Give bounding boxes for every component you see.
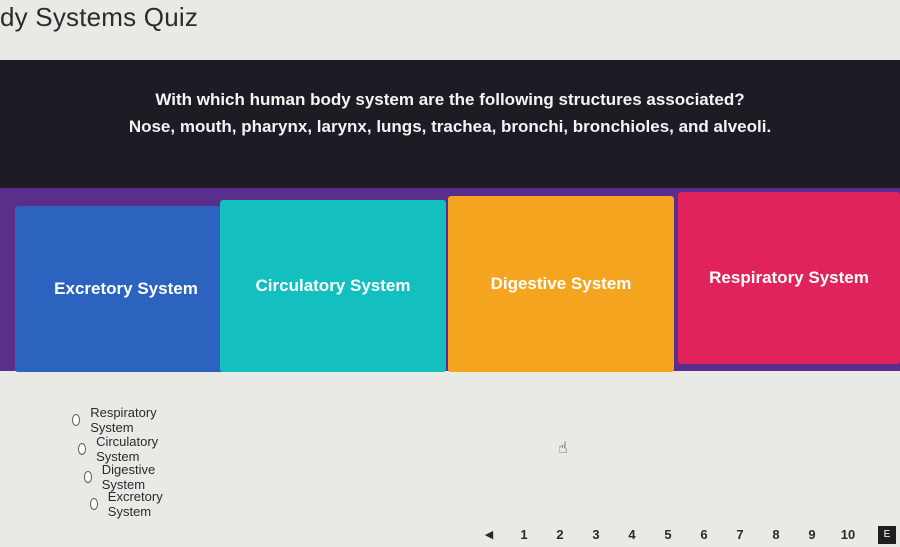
choice-label: Excretory System (107, 489, 163, 519)
page-5-button[interactable]: 5 (650, 527, 686, 542)
answer-tile-digestive[interactable]: Digestive System (448, 196, 674, 372)
prev-page-icon[interactable]: ◀ (472, 528, 506, 541)
page-4-button[interactable]: 4 (614, 527, 650, 542)
radio-button[interactable] (84, 471, 92, 483)
answer-tile-respiratory[interactable]: Respiratory System (678, 192, 900, 364)
question-text: With which human body system are the fol… (155, 90, 745, 109)
choice-excretory[interactable]: Excretory System (90, 489, 167, 519)
page-2-button[interactable]: 2 (542, 527, 578, 542)
answer-tile-circulatory[interactable]: Circulatory System (220, 200, 446, 372)
answer-tiles: Excretory System Circulatory System Dige… (0, 188, 900, 372)
question-structures-text: Nose, mouth, pharynx, larynx, lungs, tra… (128, 117, 772, 136)
page-7-button[interactable]: 7 (722, 527, 758, 542)
choice-label: Digestive System (101, 462, 156, 492)
question-pager: ◀ 1 2 3 4 5 6 7 8 9 10 E (472, 522, 900, 547)
page-10-button[interactable]: 10 (830, 527, 866, 542)
page-8-button[interactable]: 8 (758, 527, 794, 542)
page-title: dy Systems Quiz (0, 2, 199, 32)
choice-respiratory[interactable]: Respiratory System (72, 405, 160, 435)
page-9-button[interactable]: 9 (794, 527, 830, 542)
choice-label: Circulatory System (96, 434, 159, 464)
question-panel: With which human body system are the fol… (0, 60, 900, 192)
page-6-button[interactable]: 6 (686, 527, 722, 542)
page-3-button[interactable]: 3 (578, 527, 614, 542)
radio-button[interactable] (72, 414, 81, 426)
answer-tile-excretory[interactable]: Excretory System (15, 206, 237, 372)
end-page-icon[interactable]: E (878, 525, 896, 544)
choice-digestive[interactable]: Digestive System (84, 462, 159, 492)
choice-label: Respiratory System (90, 405, 157, 435)
choice-circulatory[interactable]: Circulatory System (78, 434, 162, 464)
page-1-button[interactable]: 1 (506, 527, 542, 542)
radio-button[interactable] (78, 443, 87, 455)
hand-cursor-icon: ☝ (558, 440, 568, 457)
radio-button[interactable] (90, 498, 98, 510)
